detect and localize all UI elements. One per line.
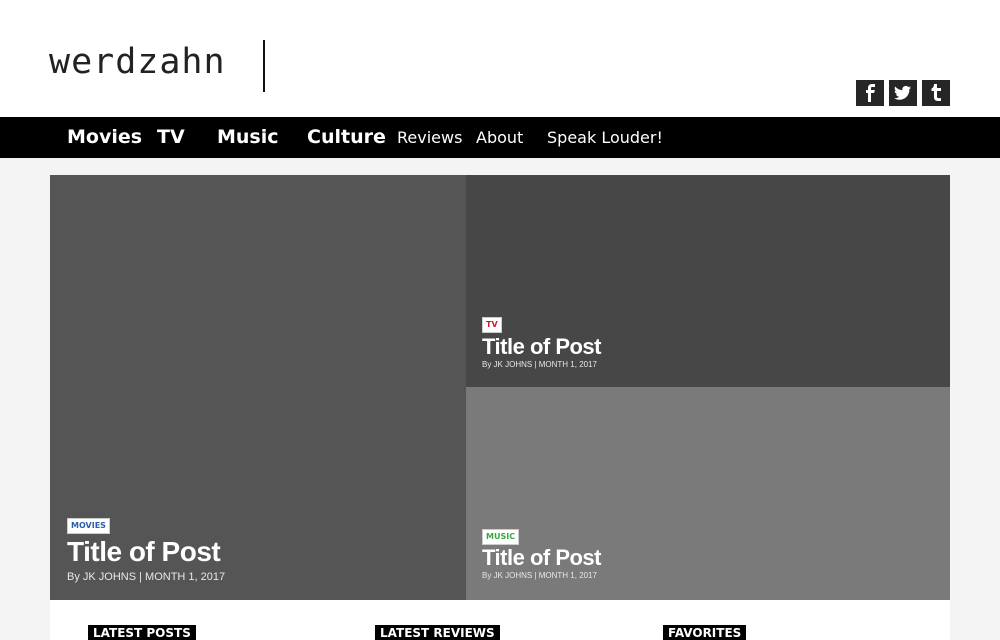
post-title[interactable]: Title of Post (482, 334, 602, 360)
tumblr-icon[interactable] (922, 80, 950, 106)
nav-item-reviews[interactable]: Reviews (397, 117, 462, 158)
favorites-heading: FAVORITES (663, 625, 747, 640)
featured-post-bottom-right[interactable]: MUSIC Title of Post By JK JOHNS | MONTH … (466, 387, 950, 600)
category-tag[interactable]: MUSIC (482, 529, 520, 545)
post-title[interactable]: Title of Post (482, 545, 602, 571)
post-title[interactable]: Title of Post (67, 535, 221, 569)
latest-reviews-heading: LATEST REVIEWS (375, 625, 500, 640)
nav-item-speak-louder[interactable]: Speak Louder! (547, 117, 663, 158)
main-nav: Movies TV Music Culture Reviews About Sp… (0, 117, 1000, 158)
category-tag[interactable]: TV (482, 317, 502, 333)
content-sections: LATEST POSTS LATEST REVIEWS FAVORITES (50, 600, 950, 640)
site-header: werdzahn (0, 0, 1000, 117)
twitter-icon[interactable] (889, 80, 917, 106)
nav-item-music[interactable]: Music (217, 117, 279, 158)
featured-posts: MOVIES Title of Post By JK JOHNS | MONTH… (50, 175, 950, 600)
latest-posts-heading: LATEST POSTS (88, 625, 196, 640)
text-cursor (263, 40, 265, 92)
post-byline: By JK JOHNS | MONTH 1, 2017 (67, 571, 226, 583)
nav-item-movies[interactable]: Movies (67, 117, 142, 158)
site-logo[interactable]: werdzahn (49, 38, 226, 86)
facebook-icon[interactable] (856, 80, 884, 106)
featured-post-top-right[interactable]: TV Title of Post By JK JOHNS | MONTH 1, … (466, 175, 950, 387)
featured-post-main[interactable]: MOVIES Title of Post By JK JOHNS | MONTH… (50, 175, 466, 600)
social-links (856, 80, 950, 106)
post-byline: By JK JOHNS | MONTH 1, 2017 (482, 360, 597, 369)
post-byline: By JK JOHNS | MONTH 1, 2017 (482, 571, 597, 580)
nav-item-about[interactable]: About (476, 117, 523, 158)
nav-item-culture[interactable]: Culture (307, 117, 386, 158)
nav-item-tv[interactable]: TV (157, 117, 185, 158)
category-tag[interactable]: MOVIES (67, 518, 110, 534)
